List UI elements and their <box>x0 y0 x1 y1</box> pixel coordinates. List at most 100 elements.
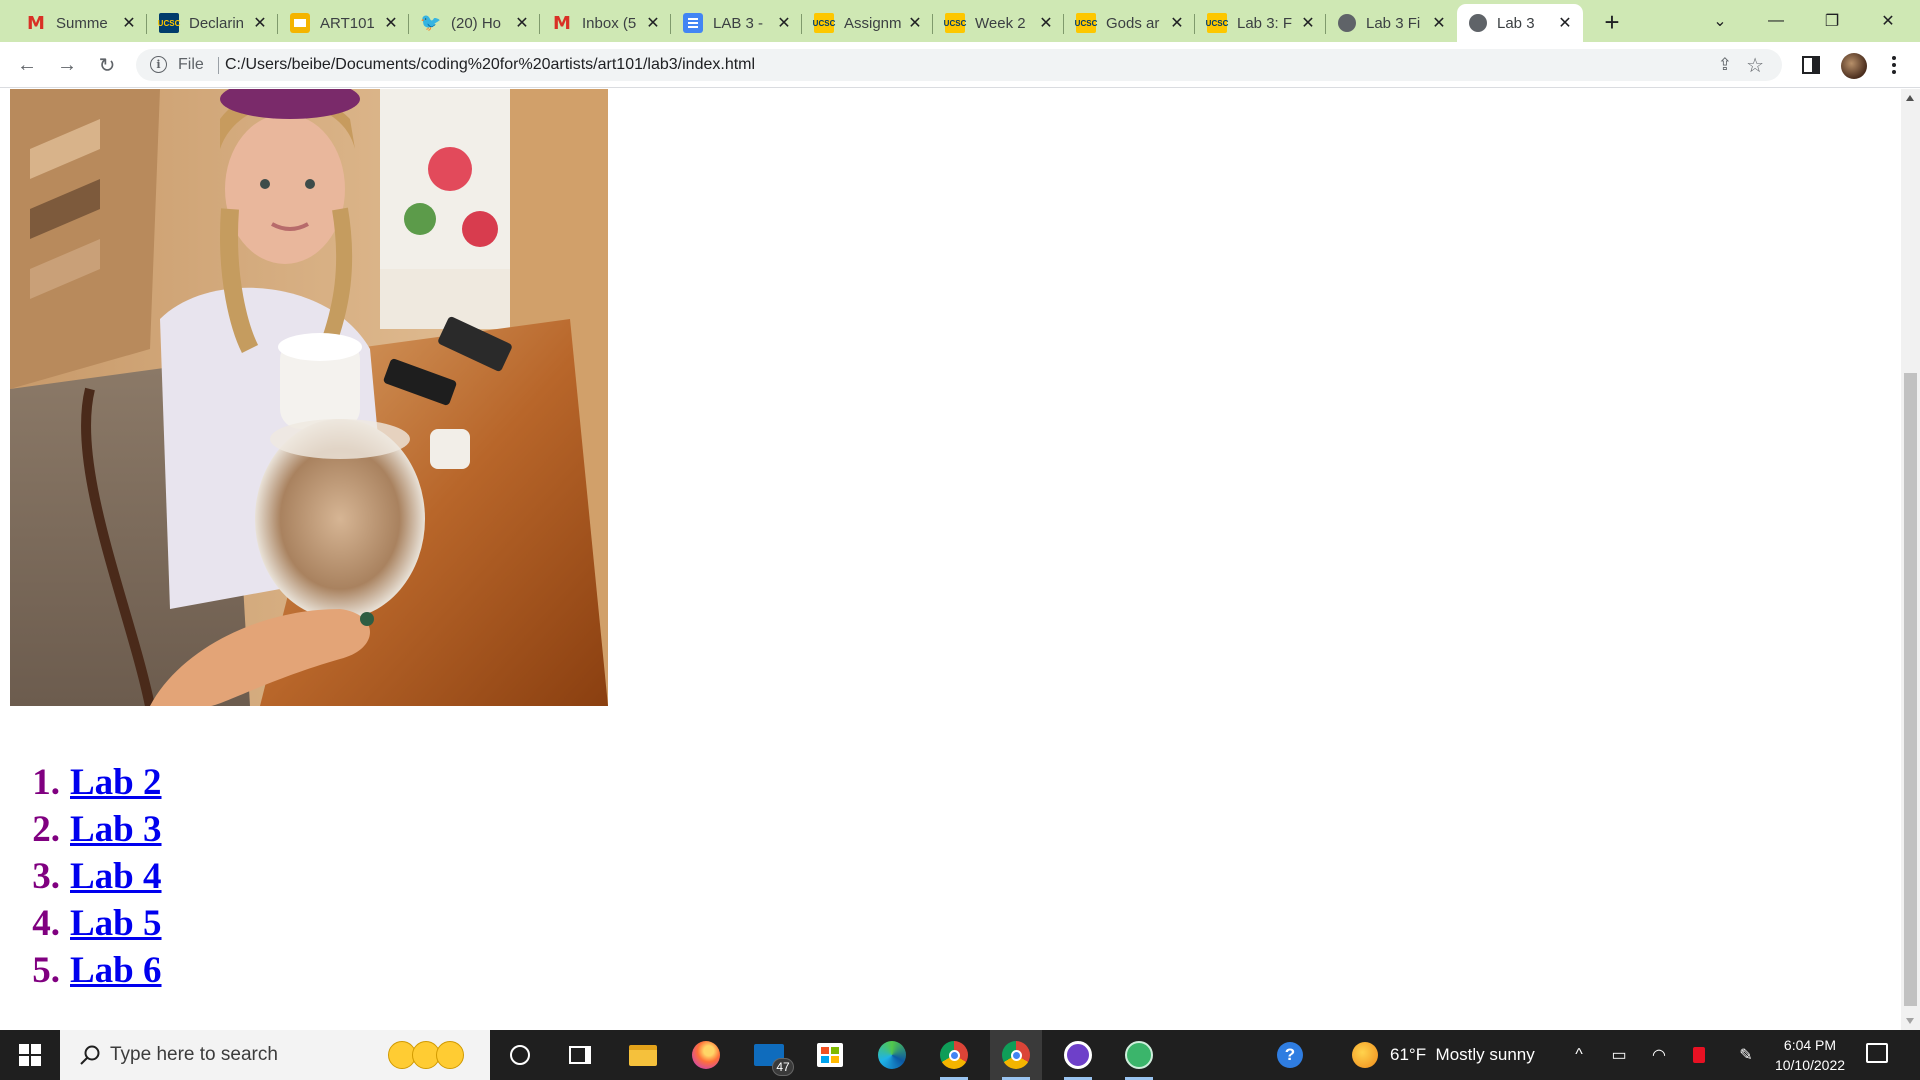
tab-gmail-summer[interactable]: M Summe ✕ <box>14 4 147 42</box>
tab-lab3-active[interactable]: Lab 3 ✕ <box>1457 4 1583 42</box>
twitter-icon: 🐦 <box>420 13 442 32</box>
page-viewport: 1. Lab 2 2. Lab 3 3. Lab 4 4. Lab 5 5. L… <box>0 89 1901 1030</box>
forward-icon[interactable]: → <box>52 50 82 80</box>
close-icon[interactable]: ✕ <box>512 13 532 33</box>
mail-badge: 47 <box>772 1058 794 1076</box>
share-icon[interactable]: ⇪ <box>1718 55 1732 75</box>
close-icon[interactable]: ✕ <box>1167 13 1187 33</box>
tab-assignment[interactable]: UCSC Assignm ✕ <box>802 4 933 42</box>
side-panel-icon[interactable] <box>1802 56 1820 74</box>
minimize-button[interactable]: — <box>1748 0 1804 42</box>
search-highlight-emoji-icon[interactable] <box>388 1041 464 1069</box>
atom-button[interactable] <box>1113 1030 1165 1080</box>
task-view-icon <box>569 1046 591 1064</box>
lab-4-link[interactable]: Lab 4 <box>70 853 162 900</box>
list-item: 2. Lab 3 <box>20 806 162 853</box>
firefox-button[interactable] <box>680 1030 732 1080</box>
close-icon[interactable]: ✕ <box>1555 13 1575 33</box>
chrome-button[interactable] <box>928 1030 980 1080</box>
tab-title: Week 2 <box>975 14 1026 32</box>
tab-art101[interactable]: ART101 ✕ <box>278 4 409 42</box>
tab-search-button[interactable]: ⌄ <box>1692 0 1748 42</box>
github-icon <box>1064 1041 1092 1069</box>
chrome-profile-button[interactable] <box>990 1030 1042 1080</box>
meet-now-icon[interactable]: ▭ <box>1602 1030 1636 1080</box>
profile-avatar[interactable] <box>1841 53 1867 79</box>
lab-6-link[interactable]: Lab 6 <box>70 947 162 994</box>
vertical-scrollbar[interactable] <box>1901 89 1920 1030</box>
chrome-icon <box>1002 1041 1030 1069</box>
list-number: 4. <box>32 903 60 944</box>
tab-title: Summe <box>56 14 108 32</box>
close-icon[interactable]: ✕ <box>1298 13 1318 33</box>
wifi-icon[interactable]: ◠ <box>1642 1030 1676 1080</box>
edge-button[interactable] <box>866 1030 918 1080</box>
taskbar-clock[interactable]: 6:04 PM 10/10/2022 <box>1764 1035 1856 1075</box>
weather-condition: Mostly sunny <box>1435 1045 1535 1064</box>
restore-button[interactable]: ❐ <box>1804 0 1860 42</box>
lab-2-link[interactable]: Lab 2 <box>70 759 162 806</box>
edge-icon <box>878 1041 906 1069</box>
weather-widget[interactable]: 61°F Mostly sunny <box>1352 1030 1535 1080</box>
tab-declaring[interactable]: UCSC Declarin ✕ <box>147 4 278 42</box>
divider <box>218 57 219 74</box>
cortana-button[interactable] <box>494 1030 546 1080</box>
close-icon[interactable]: ✕ <box>774 13 794 33</box>
tab-gods[interactable]: UCSC Gods ar ✕ <box>1064 4 1195 42</box>
page-photo <box>10 89 608 706</box>
lab-5-link[interactable]: Lab 5 <box>70 900 162 947</box>
url-text[interactable]: C:/Users/beibe/Documents/coding%20for%20… <box>225 56 755 74</box>
reload-icon[interactable]: ↻ <box>92 50 122 80</box>
tab-twitter[interactable]: 🐦 (20) Ho ✕ <box>409 4 540 42</box>
scheme-label: File <box>178 56 204 73</box>
back-icon[interactable]: ← <box>12 50 42 80</box>
address-bar[interactable]: i File C:/Users/beibe/Documents/coding%2… <box>136 49 1782 81</box>
chrome-icon <box>940 1041 968 1069</box>
site-info-icon[interactable]: i <box>150 56 167 73</box>
list-number: 5. <box>32 950 60 991</box>
help-icon: ? <box>1277 1042 1303 1068</box>
close-icon[interactable]: ✕ <box>1036 13 1056 33</box>
file-explorer-button[interactable] <box>617 1030 669 1080</box>
scroll-thumb[interactable] <box>1904 373 1917 1006</box>
tab-lab3-f[interactable]: UCSC Lab 3: F ✕ <box>1195 4 1326 42</box>
close-icon[interactable]: ✕ <box>643 13 663 33</box>
close-icon[interactable]: ✕ <box>119 13 139 33</box>
menu-icon[interactable] <box>1884 52 1904 78</box>
store-button[interactable] <box>804 1030 856 1080</box>
pen-icon[interactable]: ✎ <box>1729 1030 1763 1080</box>
lab-links-list: 1. Lab 2 2. Lab 3 3. Lab 4 4. Lab 5 5. L… <box>20 759 162 994</box>
store-icon <box>817 1043 843 1067</box>
folder-icon <box>629 1044 657 1066</box>
atom-icon <box>1125 1041 1153 1069</box>
tab-title: ART101 <box>320 14 375 32</box>
network-alert-icon[interactable] <box>1682 1030 1716 1080</box>
task-view-button[interactable] <box>554 1030 606 1080</box>
window-close-button[interactable]: ✕ <box>1860 0 1916 42</box>
tab-strip: M Summe ✕ UCSC Declarin ✕ ART101 ✕ 🐦 (20… <box>0 0 1920 42</box>
tab-gmail-inbox[interactable]: M Inbox (5 ✕ <box>540 4 671 42</box>
new-tab-button[interactable]: + <box>1596 7 1628 37</box>
bookmark-star-icon[interactable]: ☆ <box>1746 53 1764 78</box>
close-icon[interactable]: ✕ <box>381 13 401 33</box>
ucsc-icon: UCSC <box>1075 13 1097 33</box>
scroll-up-arrow[interactable] <box>1906 95 1914 101</box>
mail-button[interactable]: 47 <box>743 1030 795 1080</box>
ucsc-icon: UCSC <box>1206 13 1228 33</box>
lab-3-link[interactable]: Lab 3 <box>70 806 162 853</box>
tab-week2[interactable]: UCSC Week 2 ✕ <box>933 4 1064 42</box>
notification-center-icon[interactable] <box>1866 1043 1888 1063</box>
close-icon[interactable]: ✕ <box>250 13 270 33</box>
github-desktop-button[interactable] <box>1052 1030 1104 1080</box>
taskbar-search-box[interactable]: Type here to search <box>60 1030 490 1080</box>
close-icon[interactable]: ✕ <box>1429 13 1449 33</box>
list-number: 1. <box>32 762 60 803</box>
start-button[interactable] <box>0 1030 60 1080</box>
help-button[interactable]: ? <box>1264 1030 1316 1080</box>
search-placeholder: Type here to search <box>110 1044 278 1065</box>
show-hidden-icons-chevron[interactable]: ^ <box>1562 1030 1596 1080</box>
tab-lab3-doc[interactable]: LAB 3 - ✕ <box>671 4 802 42</box>
tab-lab3-fi[interactable]: Lab 3 Fi ✕ <box>1326 4 1457 42</box>
close-icon[interactable]: ✕ <box>905 13 925 33</box>
scroll-down-arrow[interactable] <box>1906 1018 1914 1024</box>
